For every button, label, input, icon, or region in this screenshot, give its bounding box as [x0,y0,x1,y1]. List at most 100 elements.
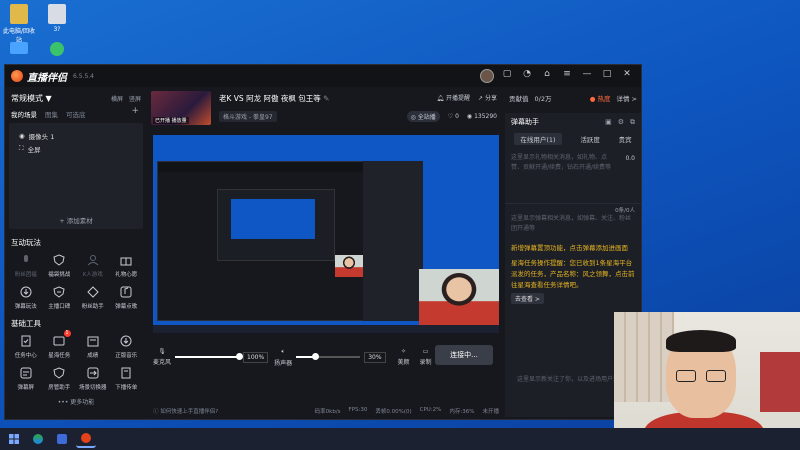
file-icon [48,4,66,24]
tab-gallery[interactable]: 图集 [45,109,58,119]
slider-handle[interactable] [312,353,320,360]
tab-my-scenes[interactable]: 我的场景 [11,109,37,119]
go-live-button[interactable]: 连接中... [435,345,493,365]
status-bar: ⓘ 如何快速上手直播伴侣? 码率0kb/s FPS:30 丢帧0.00%(0) … [153,405,499,417]
share-button[interactable]: ↗ 分享 [478,93,497,102]
add-material-button[interactable]: + 添加素材 [9,215,143,225]
fullscreen-icon: ⛶ [19,144,24,152]
danmu-settings-icon[interactable]: ▣ [605,118,612,127]
shirt-icon[interactable]: ⌂ [541,69,553,79]
follow-placeholder: 这里显示新关注了你，以及进场用户消息 [516,376,625,383]
stream-category[interactable]: 格斗游戏 - 拳皇97 [219,111,277,122]
tool-item[interactable]: 场景切换器 [76,365,110,391]
desktop-icon-2[interactable]: 3? [40,4,74,33]
system-message-task: 星海任务操作提醒：您已收到1条星海平台派发的任务，产品名称：风之领舞，点击前往星… [511,259,635,289]
taskbar-live-companion[interactable] [76,430,96,448]
minimize-icon[interactable]: — [581,69,593,79]
tab-optional[interactable]: 可选底 [66,109,86,119]
go-see-button[interactable]: 去查看 > [511,293,544,304]
speaker-volume-value[interactable]: 30% [364,351,386,363]
headset-icon[interactable]: ◔ [521,69,533,79]
speaker-control[interactable]: 🔈︎ 扬声器 [274,348,292,367]
live-companion-window: 直播伴侣 6.5.5.4 ▢ ◔ ⌂ ≡ — □ ✕ 常规模式 ▼ 横屏 竖屏 … [4,64,642,420]
speaker-icon: 🔈︎ [281,347,285,355]
item-label: 星海任务 [48,353,71,359]
edit-icon[interactable]: ✎ [323,94,329,103]
tool-item[interactable]: 任务中心 [9,333,43,359]
menu-icon[interactable]: ≡ [561,69,573,79]
live-companion-icon [81,433,91,443]
user-avatar[interactable] [480,69,494,83]
tool-item[interactable]: 1 星海任务 [43,330,77,359]
source-list: ◉ 摄像头 1 ⛶ 全屏 + 添加素材 [9,123,143,229]
add-scene-icon[interactable]: + [131,106,139,116]
interactive-item[interactable]: 弹幕玩法 [9,284,43,310]
share-label: 分享 [484,95,497,102]
record-button[interactable]: ▭ 录制 [420,348,432,366]
interactive-item[interactable]: 弹幕点歌 [110,284,144,310]
tool-item[interactable]: 房管助手 [43,365,77,391]
desktop-icon-1[interactable]: 此电脑/回收站 [2,4,36,44]
category-text: 格斗游戏 - 拳皇97 [223,114,273,121]
item-label: K人游戏 [82,272,103,278]
interactive-title: 互动玩法 [11,238,41,247]
tool-item[interactable]: 下播传单 [110,365,144,391]
tab-vip[interactable]: 贵宾 [619,134,632,144]
globe-icon: ◎ [410,114,416,121]
portrait-button[interactable]: 竖屏 [129,94,141,103]
tool-item[interactable]: 正版音乐 [110,333,144,359]
mic-label: 麦克风 [153,359,172,366]
stream-title[interactable]: 老K VS 阿龙 阿傲 夜枫 包王等 ✎ [219,93,329,104]
interactive-item[interactable]: 礼物心愿 [110,252,144,278]
tools-grid: 任务中心 1 星海任务 成绩 正版音乐 弹幕屏 房管助手 场景切换器 下播传单 [9,330,144,391]
slider-handle[interactable] [236,353,244,360]
interactive-item[interactable]: K人游戏 [76,252,110,278]
mic-volume-value[interactable]: 100% [243,351,269,363]
center-panel: 已开播 播放量 老K VS 阿龙 阿傲 夜枫 包王等 ✎ 格斗游戏 - 拳皇97… [149,87,501,421]
viewers-icon: ◉ [466,113,473,120]
interactive-item[interactable]: 福袋挑战 [43,252,77,278]
diamond-icon [85,284,101,300]
users-icon [85,252,101,268]
interactive-item[interactable]: 主播口碑 [43,284,77,310]
more-features-button[interactable]: ••• 更多功能 [9,391,143,406]
landscape-button[interactable]: 横屏 [111,94,123,103]
record-icon: ▭ [422,348,429,355]
mode-dropdown[interactable]: 常规模式 ▼ [11,93,52,104]
hot-badge: ● 热度 [590,93,611,103]
scope-pill[interactable]: ◎ 全站播 [406,111,440,122]
detail-link[interactable]: 详情 > [616,93,637,103]
desktop-icon-4[interactable] [40,42,74,58]
taskbar-app-2[interactable] [52,430,72,448]
danmu-gear-icon[interactable]: ⚙ [618,118,624,127]
speaker-volume-slider[interactable] [296,353,361,360]
source-camera[interactable]: ◉ 摄像头 1 [15,129,137,142]
taskbar-edge[interactable] [28,430,48,448]
camera-icon: ◉ [19,131,25,140]
interactive-item[interactable]: 粉丝助手 [76,284,110,310]
mic-volume-slider[interactable] [175,353,244,360]
help-link[interactable]: ⓘ 如何快速上手直播伴侣? [153,407,218,415]
mic-icon [18,252,34,268]
message-icon[interactable]: ▢ [501,69,513,79]
maximize-icon[interactable]: □ [601,69,613,79]
start-button[interactable] [4,430,24,448]
app-icon [57,434,67,444]
tool-item[interactable]: 成绩 [76,333,110,359]
desktop-icon-3[interactable] [2,42,36,56]
live-reminder-button[interactable]: 🔔︎ 开播提醒 [436,93,470,102]
source-fullscreen[interactable]: ⛶ 全屏 [15,142,137,155]
danmu-popout-icon[interactable]: ⧉ [630,118,635,127]
cover-thumbnail[interactable]: 已开播 播放量 [151,91,211,125]
tool-item[interactable]: 弹幕屏 [9,365,43,391]
close-icon[interactable]: ✕ [621,69,633,79]
beauty-label: 美颜 [397,359,410,366]
mic-control[interactable]: 🎙︎ 麦克风 [153,348,171,366]
interactive-item[interactable]: 粉丝团福 [9,252,43,278]
tab-online-users[interactable]: 在线用户(1) [514,133,562,145]
thumb-label: 已开播 播放量 [153,117,189,124]
tab-activity[interactable]: 活跃度 [580,134,600,144]
stream-preview[interactable] [153,135,499,333]
download-icon [18,284,34,300]
beauty-button[interactable]: ✧ 美颜 [398,348,410,366]
